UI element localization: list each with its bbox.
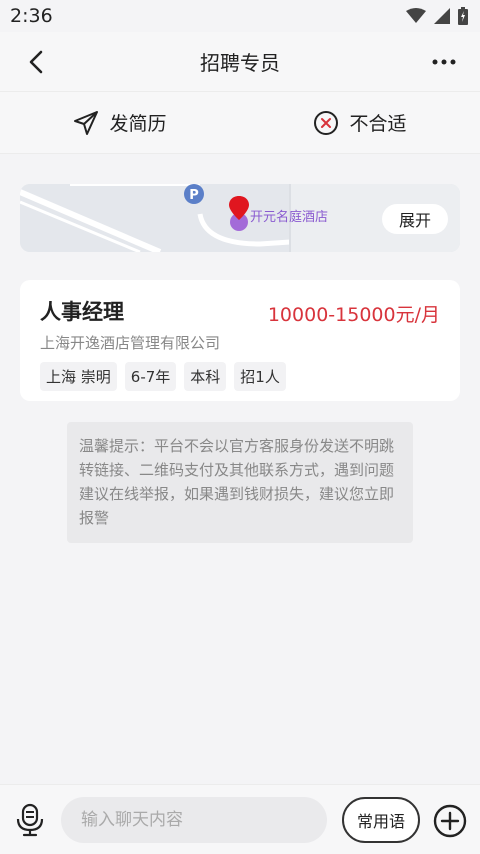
microphone-icon[interactable] <box>14 803 46 837</box>
battery-icon <box>458 7 468 25</box>
close-circle-icon <box>314 110 339 135</box>
nav-bar: 招聘专员 <box>0 32 480 92</box>
action-bar: 发简历 不合适 <box>0 92 480 154</box>
company-name: 上海开逸酒店管理有限公司 <box>40 334 221 352</box>
more-button[interactable] <box>430 48 458 76</box>
chevron-left-icon <box>29 50 43 74</box>
not-suitable-label: 不合适 <box>349 113 407 135</box>
back-button[interactable] <box>22 48 50 76</box>
tag-headcount: 招1人 <box>234 362 286 391</box>
job-title: 人事经理 <box>40 300 124 324</box>
signal-icon <box>434 8 450 24</box>
parking-icon: P <box>184 184 204 204</box>
common-phrases-button[interactable]: 常用语 <box>342 797 420 843</box>
status-bar: 2:36 <box>0 0 480 32</box>
page-title: 招聘专员 <box>200 51 280 75</box>
map-pin-icon <box>229 196 249 231</box>
tag-experience: 6-7年 <box>124 362 177 391</box>
job-salary: 10000-15000元/月 <box>267 304 440 326</box>
paper-plane-icon <box>74 110 99 135</box>
expand-map-button[interactable]: 展开 <box>382 204 448 234</box>
status-icons <box>406 7 468 25</box>
send-resume-label: 发简历 <box>109 113 167 135</box>
tag-location: 上海 崇明 <box>40 362 117 391</box>
map-preview[interactable]: P 开元名庭酒店 展开 <box>20 184 460 252</box>
chat-input-bar: 常用语 <box>0 784 480 854</box>
not-suitable-button[interactable]: 不合适 <box>240 92 480 153</box>
send-resume-button[interactable]: 发简历 <box>0 92 240 153</box>
safety-notice: 温馨提示：平台不会以官方客服身份发送不明跳转链接、二维码支付及其他联系方式，遇到… <box>67 422 413 543</box>
poi-label: 开元名庭酒店 <box>250 210 329 225</box>
job-tags: 上海 崇明 6-7年 本科 招1人 <box>40 362 286 391</box>
wifi-icon <box>406 8 426 23</box>
more-dots-icon <box>432 59 456 65</box>
tag-education: 本科 <box>184 362 227 391</box>
plus-circle-icon[interactable] <box>432 803 468 839</box>
chat-input[interactable] <box>61 797 327 843</box>
svg-text:P: P <box>189 188 199 203</box>
job-card[interactable]: 人事经理 10000-15000元/月 上海开逸酒店管理有限公司 上海 崇明 6… <box>20 280 460 401</box>
status-time: 2:36 <box>10 5 53 27</box>
